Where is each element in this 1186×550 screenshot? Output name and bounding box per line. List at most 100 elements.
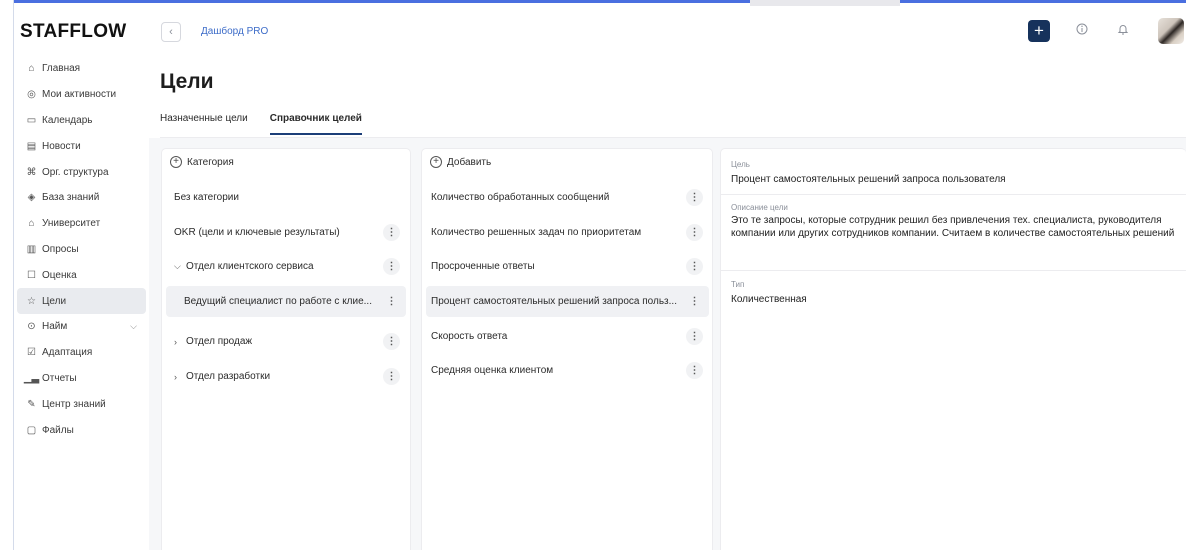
goal-label: Количество обработанных сообщений (431, 192, 610, 203)
header: ‹ Дашборд PRO + (149, 3, 1186, 53)
chevron-right-icon[interactable]: › (174, 372, 186, 382)
avatar[interactable] (1158, 18, 1184, 44)
tab-assigned-goals[interactable]: Назначенные цели (160, 113, 248, 135)
category-row[interactable]: Без категории (166, 182, 406, 213)
bell-icon (1117, 25, 1129, 35)
chevron-left-icon: ‹ (169, 26, 173, 38)
calendar-icon: ▭ (26, 114, 37, 126)
category-label: Без категории (174, 192, 239, 203)
category-row[interactable]: › Отдел продаж ⋮ (166, 326, 406, 357)
chevron-right-icon[interactable]: › (174, 337, 186, 347)
sidebar-item[interactable]: ▥ Опросы (14, 237, 149, 263)
more-options-icon[interactable]: ⋮ (686, 224, 703, 241)
news-icon: ▤ (26, 140, 37, 152)
add-category-button[interactable]: + Категория (170, 156, 234, 168)
sidebar-item[interactable]: ☑ Адаптация (14, 340, 149, 366)
sidebar-item-label: Мои активности (42, 89, 117, 101)
sidebar-item[interactable]: ✎ Центр знаний (14, 391, 149, 417)
divider (721, 194, 1186, 195)
knowledge-base-icon: ◈ (27, 192, 36, 204)
org-structure-icon: ⌘ (26, 166, 37, 178)
more-options-icon[interactable]: ⋮ (686, 293, 703, 310)
sidebar-item-label: Новости (42, 140, 81, 152)
goal-row[interactable]: Средняя оценка клиентом ⋮ (426, 355, 709, 386)
more-options-icon[interactable]: ⋮ (383, 293, 400, 310)
notifications-button[interactable] (1114, 22, 1132, 40)
add-category-label: Категория (187, 156, 234, 168)
tab-goals-directory[interactable]: Справочник целей (269, 113, 362, 135)
info-icon (1076, 23, 1088, 35)
goal-label: Просроченные ответы (431, 261, 535, 272)
sidebar-item[interactable]: ▭ Календарь (14, 108, 149, 134)
sidebar-item[interactable]: ⌘ Орг. структура (14, 159, 149, 185)
back-button[interactable]: ‹ (161, 22, 181, 42)
goal-row[interactable]: Количество решенных задач по приоритетам… (426, 217, 709, 248)
add-circle-icon: + (170, 156, 182, 168)
more-options-icon[interactable]: ⋮ (686, 189, 703, 206)
sidebar-item-label: Главная (42, 63, 81, 75)
sidebar-nav: ⌂ Главная ◎ Мои активности ▭ Календарь ▤ Новост… (14, 56, 149, 443)
sidebar-item[interactable]: ☆ Цели (17, 288, 146, 314)
sidebar-item[interactable]: ▤ Новости (14, 133, 149, 159)
goal-row[interactable]: Скорость ответа ⋮ (426, 321, 709, 352)
type-field-value: Количественная (731, 294, 807, 305)
sidebar-item-label: Файлы (42, 424, 74, 436)
sidebar-item-label: Цели (42, 295, 67, 307)
breadcrumb[interactable]: Дашборд PRO (201, 26, 268, 37)
sidebar-item-label: Календарь (42, 114, 93, 126)
goal-label: Количество решенных задач по приоритетам (431, 227, 642, 238)
categories-panel: + Категория Без категории OKR (цели и клю… (161, 148, 411, 550)
goal-field-value: Процент самостоятельных решений запроса … (731, 174, 1006, 185)
chevron-down-icon[interactable]: ⌵ (130, 321, 137, 332)
more-options-icon[interactable]: ⋮ (686, 328, 703, 345)
sidebar-item[interactable]: ▢ Файлы (14, 417, 149, 443)
sidebar-item-label: Центр знаний (42, 398, 106, 410)
goal-row[interactable]: Просроченные ответы ⋮ (426, 251, 709, 282)
sidebar-item[interactable]: ⌂ Университет (14, 211, 149, 237)
category-label: OKR (цели и ключевые результаты) (174, 227, 340, 238)
add-button[interactable]: + (1028, 20, 1050, 42)
add-goal-button[interactable]: + Добавить (430, 156, 491, 168)
sidebar-item[interactable]: ▁▃ Отчеты (14, 366, 149, 392)
goals-panel: + Добавить Количество обработанных сообщ… (421, 148, 713, 550)
reports-icon: ▁▃ (23, 372, 40, 384)
add-goal-label: Добавить (447, 156, 492, 168)
goal-label: Средняя оценка клиентом (431, 365, 554, 376)
more-options-icon[interactable]: ⋮ (383, 224, 400, 241)
sidebar-item[interactable]: ⊙ Найм ⌵ (14, 314, 149, 340)
add-circle-icon: + (430, 156, 442, 168)
info-button[interactable] (1073, 22, 1091, 40)
plus-icon: + (1034, 21, 1044, 40)
tabs: Назначенные цели Справочник целей (160, 113, 362, 135)
goal-label: Процент самостоятельных решений запроса … (431, 296, 677, 307)
folder-icon: ▢ (26, 424, 37, 436)
app-logo[interactable]: STAFFLOW (20, 21, 127, 43)
category-row[interactable]: › Отдел разработки ⋮ (166, 361, 406, 392)
sidebar-item-label: Опросы (42, 243, 79, 255)
divider (721, 270, 1186, 271)
page-title: Цели (160, 70, 214, 93)
survey-icon: ▥ (26, 243, 37, 255)
sidebar-item-label: Отчеты (42, 372, 77, 384)
more-options-icon[interactable]: ⋮ (383, 368, 400, 385)
sidebar-item[interactable]: ☐ Оценка (14, 262, 149, 288)
chevron-down-icon[interactable]: ⌵ (174, 261, 186, 272)
goal-field-label: Цель (731, 160, 750, 169)
category-row[interactable]: ⌵ Отдел клиентского сервиса ⋮ (166, 251, 406, 282)
more-options-icon[interactable]: ⋮ (686, 362, 703, 379)
university-icon: ⌂ (28, 218, 35, 230)
category-row[interactable]: OKR (цели и ключевые результаты) ⋮ (166, 217, 406, 248)
category-row[interactable]: Ведущий специалист по работе с клие... ⋮ (166, 286, 406, 317)
category-label: Отдел продаж (186, 336, 253, 347)
more-options-icon[interactable]: ⋮ (383, 333, 400, 350)
star-icon: ☆ (27, 295, 36, 307)
left-frame-strip (0, 0, 14, 550)
category-label: Отдел клиентского сервиса (186, 261, 314, 272)
sidebar-item[interactable]: ⌂ Главная (14, 56, 149, 82)
sidebar-item[interactable]: ◈ База знаний (14, 185, 149, 211)
goal-row[interactable]: Процент самостоятельных решений запроса … (426, 286, 709, 317)
more-options-icon[interactable]: ⋮ (383, 258, 400, 275)
goal-row[interactable]: Количество обработанных сообщений ⋮ (426, 182, 709, 213)
sidebar-item[interactable]: ◎ Мои активности (14, 82, 149, 108)
more-options-icon[interactable]: ⋮ (686, 258, 703, 275)
